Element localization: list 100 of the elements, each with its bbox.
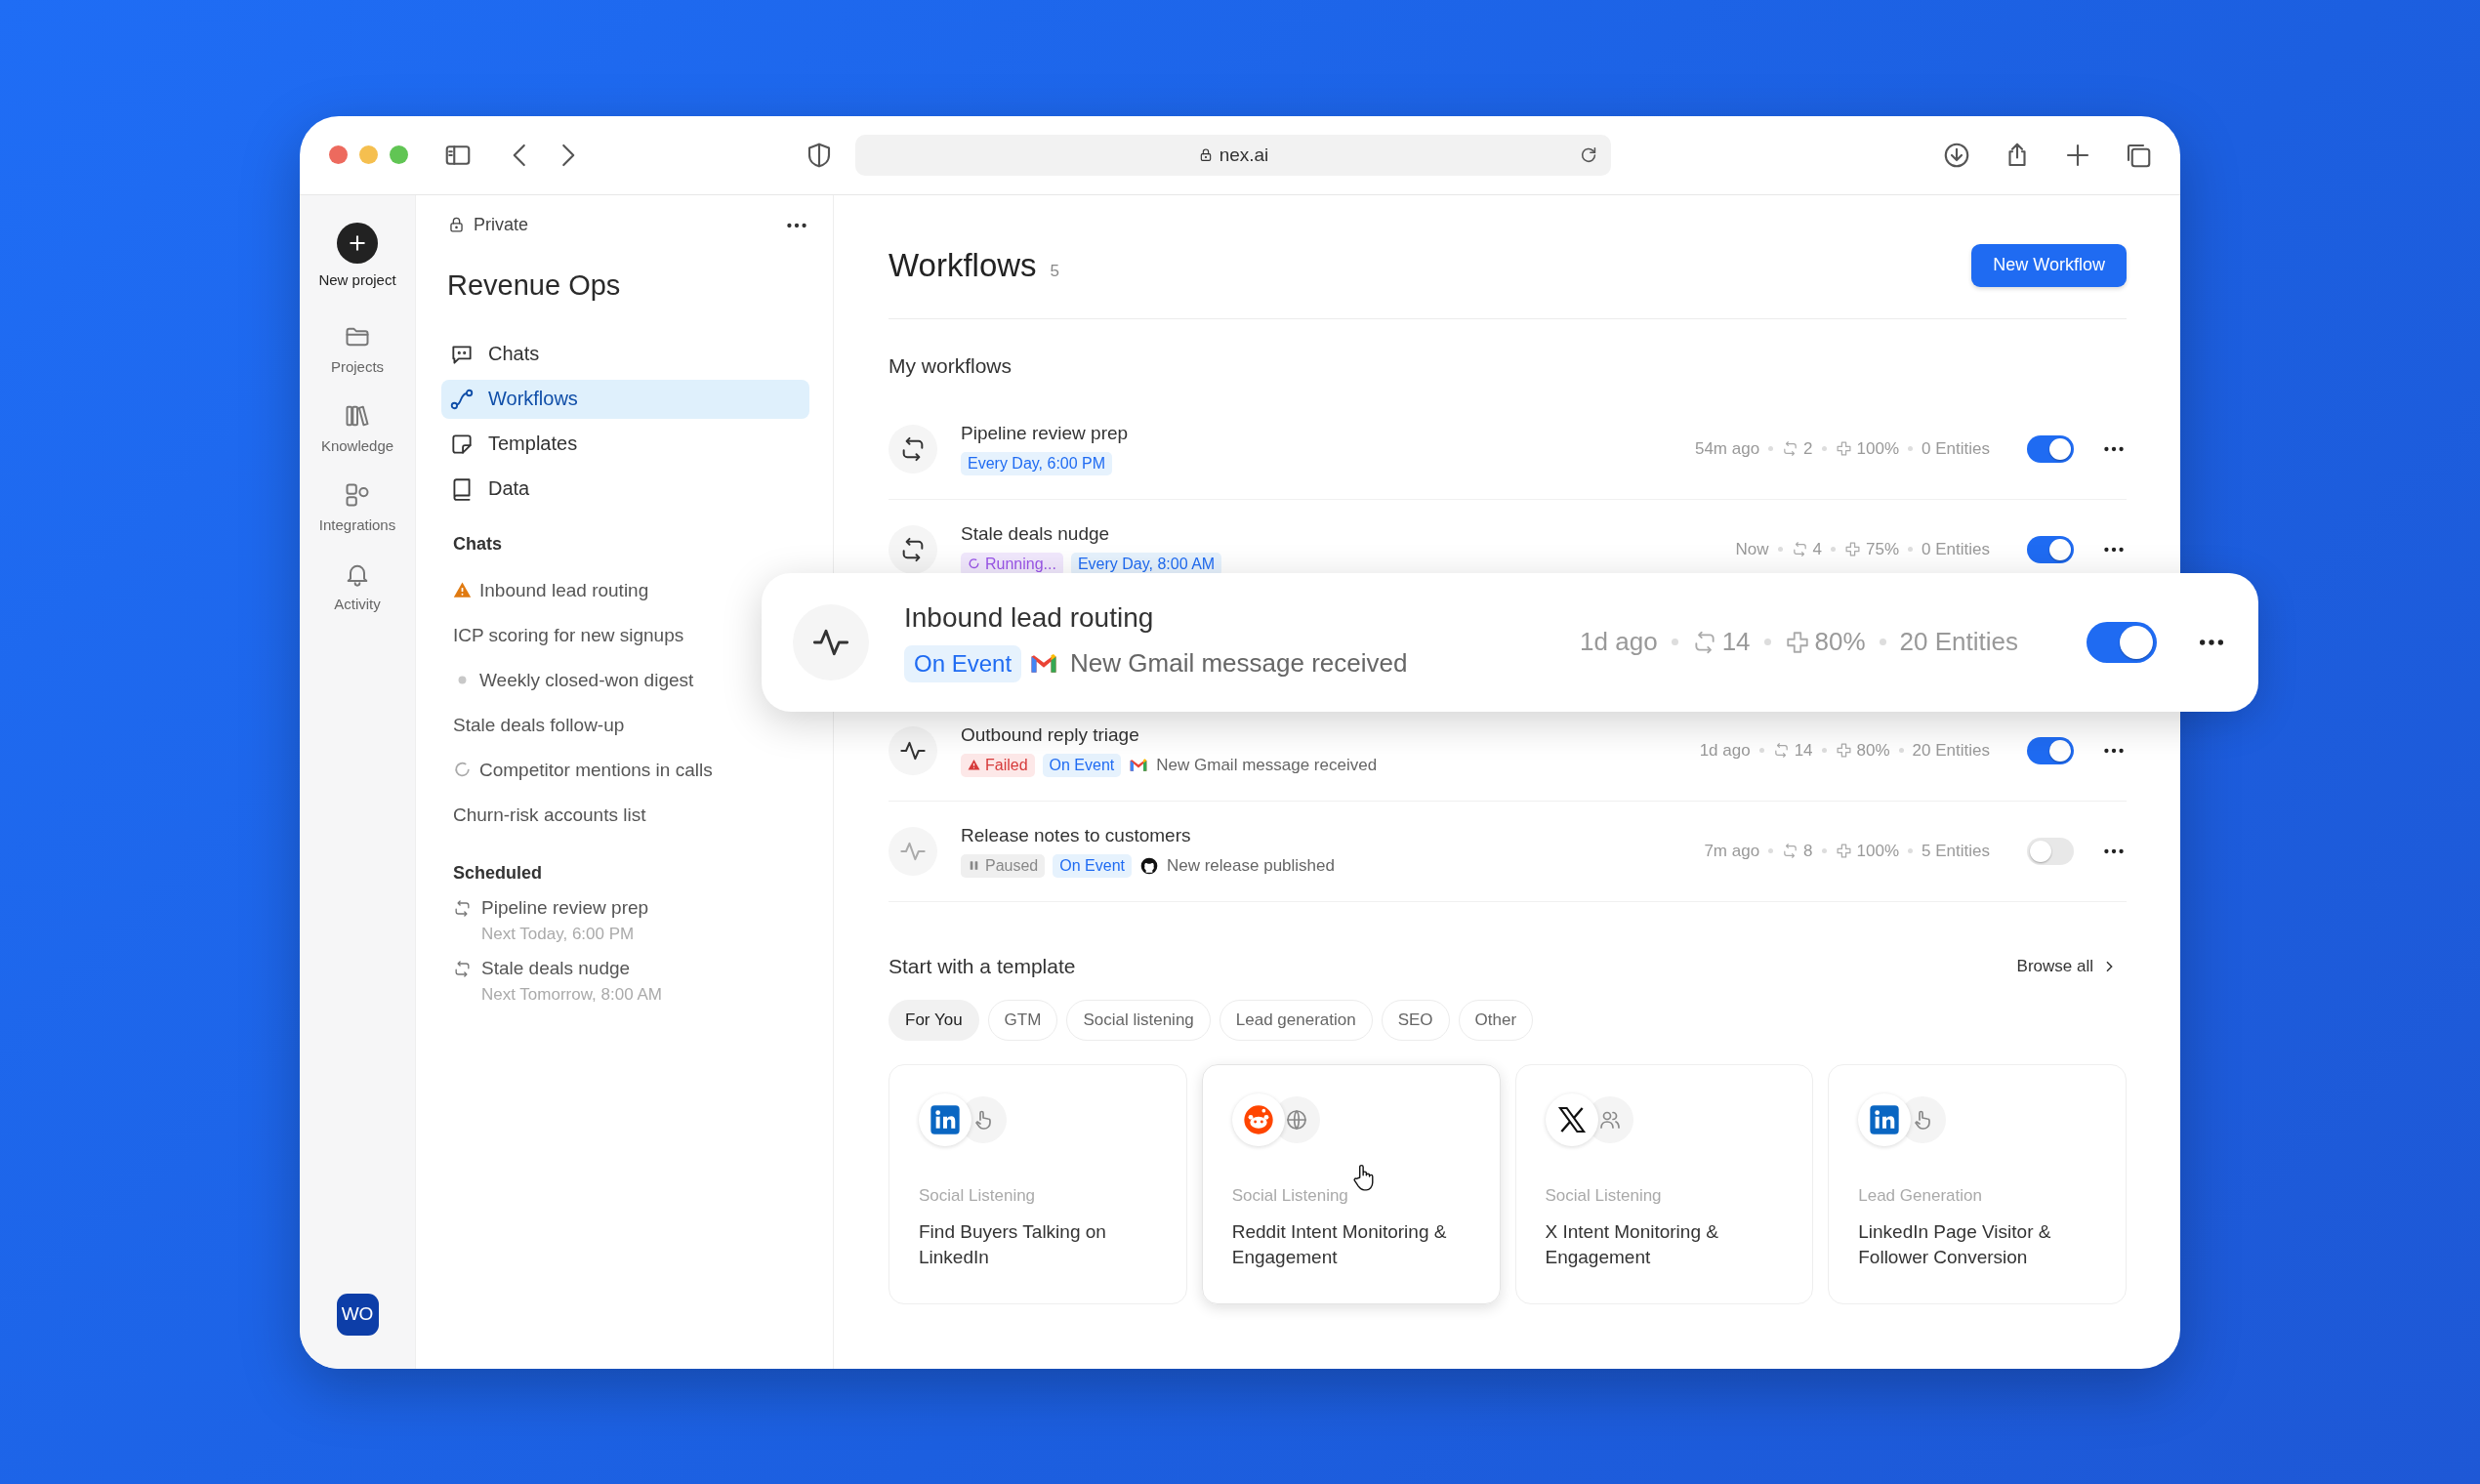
template-category: Social Listening xyxy=(919,1185,1037,1206)
repeat-icon xyxy=(453,959,472,978)
template-title: LinkedIn Page Visitor & Follower Conversion xyxy=(1858,1219,2052,1270)
success-rate-icon xyxy=(1784,629,1810,655)
last-run-text: Now xyxy=(1735,539,1769,559)
template-card[interactable]: Lead Generation LinkedIn Page Visitor & Follower Conversion xyxy=(1828,1063,2127,1304)
spinner-icon xyxy=(453,761,472,779)
dragged-workflow-card[interactable]: Inbound lead routing On Event New Gmail message received 1d ago 14 80% 20 Entities xyxy=(762,572,2258,712)
page-title: Workflows xyxy=(889,246,1037,284)
toggle-switch[interactable] xyxy=(2027,535,2074,563)
trigger-text: New Gmail message received xyxy=(1070,648,1408,679)
rail-label[interactable]: New project xyxy=(318,270,396,288)
address-bar[interactable]: nex.ai xyxy=(855,134,1611,176)
filter-chip[interactable]: GTM xyxy=(987,999,1058,1041)
separator-dot xyxy=(1821,446,1827,451)
template-category: Lead Generation xyxy=(1858,1185,1983,1206)
new-project-button[interactable] xyxy=(337,222,378,264)
toggle-switch[interactable] xyxy=(2027,434,2074,463)
next-run-text: Next Tomorrow, 8:00 AM xyxy=(481,984,662,1005)
filter-chip[interactable]: SEO xyxy=(1381,999,1450,1041)
workflow-name[interactable]: Outbound reply triage xyxy=(961,723,1700,746)
chat-item[interactable]: ICP scoring for new signups xyxy=(453,624,684,646)
run-count: 14 xyxy=(1721,627,1751,657)
template-card[interactable]: Social Listening Reddit Intent Monitoring & Engagement xyxy=(1201,1063,1501,1304)
success-rate-icon xyxy=(1835,742,1852,759)
chat-item[interactable]: Weekly closed-won digest xyxy=(479,669,694,691)
run-count: 2 xyxy=(1803,438,1813,459)
tag-label: On Event xyxy=(1059,856,1125,875)
nav-item[interactable]: Workflows xyxy=(441,379,809,419)
tag-label: On Event xyxy=(1049,756,1115,774)
close-button[interactable] xyxy=(329,145,348,164)
template-category: Social Listening xyxy=(1545,1185,1663,1206)
template-card[interactable]: Social Listening X Intent Monitoring & Engagement xyxy=(1514,1063,1814,1304)
visibility-label: Private xyxy=(474,215,529,235)
tag-label: Failed xyxy=(985,756,1028,774)
warning-icon xyxy=(453,581,472,599)
filter-chip[interactable]: Other xyxy=(1458,999,1534,1041)
template-card[interactable]: Social Listening Find Buyers Talking on LinkedIn xyxy=(889,1063,1187,1304)
workflow-name[interactable]: Release notes to customers xyxy=(961,824,1705,846)
chat-item[interactable]: Stale deals follow-up xyxy=(453,714,625,736)
success-rate: 80% xyxy=(1814,627,1866,657)
next-run-text: Next Today, 6:00 PM xyxy=(481,924,636,944)
run-count: 8 xyxy=(1803,841,1813,861)
new-workflow-button[interactable]: New Workflow xyxy=(1971,243,2127,287)
scheduled-item[interactable]: Pipeline review prep Next Today, 6:00 PM xyxy=(441,896,809,944)
nav-item[interactable]: Data xyxy=(441,469,809,509)
separator-dot xyxy=(1821,748,1827,753)
rail-label[interactable]: Projects xyxy=(330,357,385,375)
chat-item[interactable]: Competitor mentions in calls xyxy=(479,759,713,781)
tag-label: Every Day, 8:00 AM xyxy=(1077,555,1216,573)
separator-dot xyxy=(1763,639,1771,645)
success-rate: 75% xyxy=(1866,539,1900,559)
filter-chip[interactable]: For You xyxy=(889,999,979,1041)
separator-dot xyxy=(1908,848,1914,853)
project-title: Revenue Ops xyxy=(447,268,622,302)
success-rate: 80% xyxy=(1856,740,1890,761)
linkedin-icon xyxy=(1869,1103,1901,1135)
tag-label: Every Day, 6:00 PM xyxy=(968,454,1106,473)
browse-all-link[interactable]: Browse all xyxy=(2016,956,2127,976)
tag-label: Paused xyxy=(985,856,1039,875)
run-count: 4 xyxy=(1812,539,1823,559)
nav-item[interactable]: Chats xyxy=(441,334,809,374)
template-category: Social Listening xyxy=(1231,1185,1349,1206)
lock-icon xyxy=(447,216,466,234)
reddit-icon xyxy=(1242,1103,1274,1135)
workflow-count: 5 xyxy=(1050,261,1060,281)
runs-icon xyxy=(1782,843,1799,859)
toggle-switch[interactable] xyxy=(2027,837,2074,865)
rail-label[interactable]: Knowledge xyxy=(320,436,394,454)
scheduled-item[interactable]: Stale deals nudge Next Tomorrow, 8:00 AM xyxy=(441,957,809,1005)
trigger-text: New Gmail message received xyxy=(1156,755,1378,775)
section-heading: Scheduled xyxy=(453,862,544,884)
run-count: 14 xyxy=(1794,740,1813,761)
toggle-switch[interactable] xyxy=(2087,621,2157,663)
trigger-text: New release published xyxy=(1166,855,1335,876)
toggle-switch[interactable] xyxy=(2027,736,2074,764)
nav-item[interactable]: Templates xyxy=(441,424,809,464)
separator-dot xyxy=(1908,547,1914,552)
repeat-icon xyxy=(453,898,472,918)
workflow-name[interactable]: Stale deals nudge xyxy=(961,522,1736,545)
separator-dot xyxy=(1831,547,1837,552)
warning-icon xyxy=(968,759,980,771)
globe-icon xyxy=(1284,1107,1308,1132)
template-title: Reddit Intent Monitoring & Engagement xyxy=(1231,1219,1448,1270)
tag-label: Running... xyxy=(985,555,1056,573)
chat-item[interactable]: Inbound lead routing xyxy=(479,579,649,601)
filter-chip[interactable]: Lead generation xyxy=(1219,999,1373,1041)
url-text: nex.ai xyxy=(1219,144,1269,166)
template-title: Find Buyers Talking on LinkedIn xyxy=(919,1219,1107,1270)
chat-item[interactable]: Churn-risk accounts list xyxy=(453,804,646,826)
user-avatar[interactable]: WO xyxy=(336,1293,379,1336)
separator-dot xyxy=(1758,748,1764,753)
workflow-name[interactable]: Inbound lead routing xyxy=(904,601,1581,634)
section-title: Start with a template xyxy=(889,954,1076,978)
filter-chip[interactable]: Social listening xyxy=(1066,999,1211,1041)
rail-label[interactable]: Integrations xyxy=(318,515,396,533)
workflow-name[interactable]: Pipeline review prep xyxy=(961,422,1695,444)
rail-label[interactable]: Activity xyxy=(334,595,381,612)
separator-dot xyxy=(1821,848,1827,853)
scheduled-name: Stale deals nudge xyxy=(481,957,632,979)
